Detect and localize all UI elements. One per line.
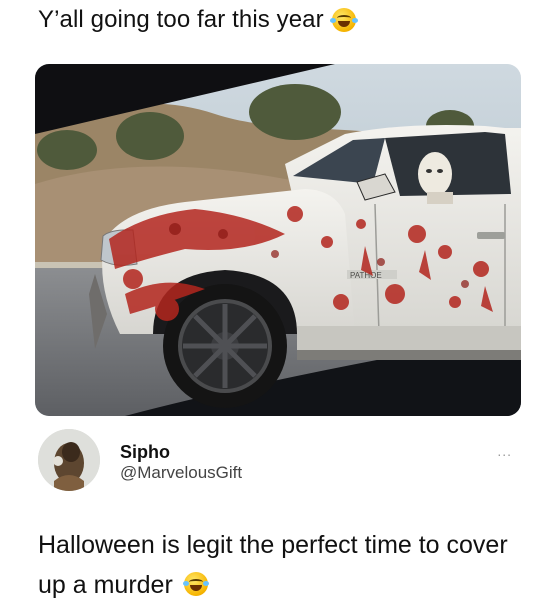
profile-photo: [38, 429, 100, 491]
more-options-button[interactable]: ...: [497, 443, 512, 459]
caption-text: Y’all going too far this year: [38, 6, 324, 33]
tweet-text: Halloween is legit the perfect time to c…: [38, 531, 508, 599]
truck-photo: PATHOE: [35, 64, 521, 416]
tweet-text-block: Halloween is legit the perfect time to c…: [38, 525, 518, 605]
avatar[interactable]: [38, 429, 100, 491]
tweet-author-handle[interactable]: @MarvelousGift: [120, 463, 242, 483]
rolling-on-floor-laughing-icon: [329, 8, 358, 32]
embedded-photo: PATHOE: [35, 64, 521, 416]
post-caption: Y’all going too far this year: [38, 6, 358, 34]
face-with-tears-of-joy-icon: [182, 572, 209, 596]
tweet-author-name[interactable]: Sipho: [120, 442, 170, 463]
